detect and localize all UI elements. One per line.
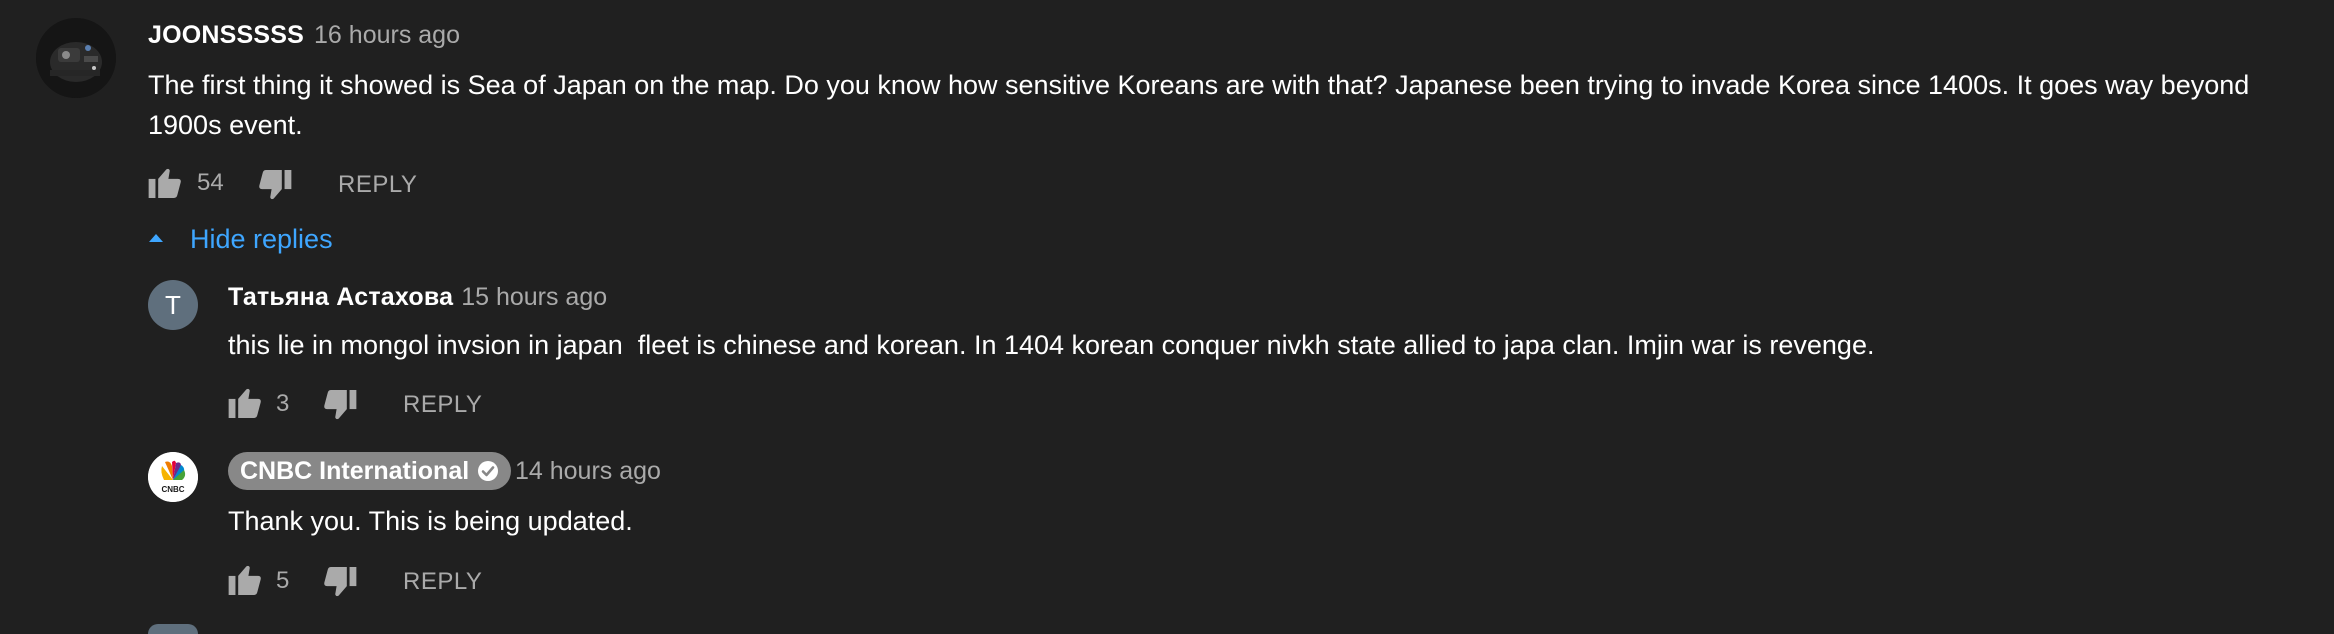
cnbc-avatar[interactable]: CNBC (148, 452, 198, 502)
reply-text: this lie in mongol invsion in japan flee… (228, 330, 1875, 360)
channel-owner-badge[interactable]: CNBC International (228, 452, 512, 490)
reply-button[interactable]: REPLY (403, 391, 482, 419)
avatar-initial: T (165, 289, 181, 320)
reply-button[interactable]: REPLY (403, 568, 482, 596)
dislike-button[interactable] (323, 390, 357, 425)
thumbs-down-icon (258, 170, 292, 204)
like-count: 54 (197, 169, 224, 196)
reply-author[interactable]: Татьяна Астахова (228, 283, 453, 312)
comment-author[interactable]: JOONSSSSS (148, 21, 304, 50)
reply-timestamp[interactable]: 15 hours ago (461, 283, 607, 312)
thumbs-down-icon (323, 390, 357, 424)
dislike-button[interactable] (323, 567, 357, 602)
thumbs-up-icon (148, 168, 182, 202)
comment-timestamp[interactable]: 16 hours ago (314, 21, 460, 50)
reply-author: CNBC International (240, 456, 470, 485)
hide-replies-label: Hide replies (190, 224, 333, 254)
reply-avatar[interactable]: T (148, 280, 198, 330)
thumbs-up-icon (228, 388, 262, 422)
like-button[interactable] (148, 168, 182, 203)
reply-button[interactable]: REPLY (338, 171, 417, 199)
reply-timestamp[interactable]: 14 hours ago (515, 457, 661, 486)
dislike-button[interactable] (258, 170, 292, 205)
next-reply-avatar[interactable] (148, 624, 198, 634)
like-button[interactable] (228, 388, 262, 423)
comment-text: The first thing it showed is Sea of Japa… (148, 70, 2250, 140)
thumbs-up-icon (228, 565, 262, 599)
cnbc-logo-text: CNBC (161, 485, 184, 494)
thumbs-down-icon (323, 567, 357, 601)
reply-text: Thank you. This is being updated. (228, 506, 633, 536)
cnbc-logo-icon: CNBC (148, 452, 198, 502)
like-count: 3 (276, 390, 290, 417)
like-count: 5 (276, 567, 290, 594)
commenter-avatar[interactable] (36, 18, 116, 98)
like-button[interactable] (228, 565, 262, 600)
verified-check-icon (477, 460, 499, 482)
hide-replies-toggle[interactable]: Hide replies (148, 224, 333, 255)
caret-up-icon (148, 231, 164, 249)
